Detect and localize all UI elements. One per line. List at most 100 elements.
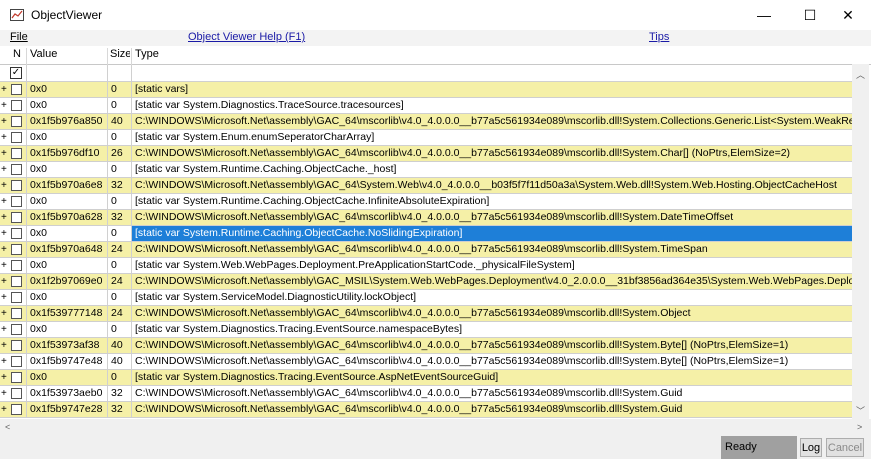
- cell-type: [static var System.Diagnostics.Tracing.E…: [131, 370, 852, 385]
- row-checkbox[interactable]: [11, 292, 22, 303]
- cell-value: 0x0: [26, 290, 104, 305]
- cell-type: [static var System.Runtime.Caching.Objec…: [131, 226, 852, 241]
- expand-icon[interactable]: +: [1, 370, 11, 385]
- expand-icon[interactable]: +: [1, 322, 11, 337]
- table-row[interactable]: +0x1f5b970a6e8 32 C:\WINDOWS\Microsoft.Net…: [0, 178, 852, 194]
- table-row[interactable]: +0x0 0 [static var System.Diagnostics.Trac…: [0, 322, 852, 338]
- cell-size: 32: [107, 210, 131, 225]
- expand-icon[interactable]: +: [1, 114, 11, 129]
- table-row[interactable]: +0x1f5b976df10 26 C:\WINDOWS\Microsoft.Net…: [0, 146, 852, 162]
- table-row[interactable]: +0x1f2b97069e0 24 C:\WINDOWS\Microsoft.Net…: [0, 274, 852, 290]
- expand-icon[interactable]: +: [1, 386, 11, 401]
- row-checkbox[interactable]: [11, 84, 22, 95]
- row-checkbox[interactable]: [11, 100, 22, 111]
- expand-icon[interactable]: +: [1, 130, 11, 145]
- expand-icon[interactable]: +: [1, 306, 11, 321]
- table-row[interactable]: +0x1f5b9747e28 32 C:\WINDOWS\Microsoft.Net…: [0, 402, 852, 418]
- expand-icon[interactable]: +: [1, 242, 11, 257]
- title-bar: ObjectViewer — ☐ ✕: [0, 0, 871, 30]
- row-checkbox[interactable]: [11, 260, 22, 271]
- help-link[interactable]: Object Viewer Help (F1): [188, 31, 305, 43]
- row-checkbox[interactable]: [11, 180, 22, 191]
- row-checkbox[interactable]: [11, 212, 22, 223]
- table-row[interactable]: +0x1f5b9747e48 40 C:\WINDOWS\Microsoft.Net…: [0, 354, 852, 370]
- expand-icon[interactable]: +: [1, 354, 11, 369]
- row-checkbox[interactable]: [11, 308, 22, 319]
- expand-icon[interactable]: +: [1, 82, 11, 97]
- table-row[interactable]: +0x1f539777148 24 C:\WINDOWS\Microsoft.Net…: [0, 306, 852, 322]
- scroll-down-icon[interactable]: ﹀: [856, 404, 865, 417]
- vertical-scrollbar[interactable]: ︿ ﹀: [852, 64, 869, 419]
- expand-icon[interactable]: +: [1, 226, 11, 241]
- column-header-size[interactable]: Size: [110, 48, 130, 60]
- cell-type: [static vars]: [131, 82, 852, 97]
- row-checkbox[interactable]: [11, 116, 22, 127]
- column-header-value[interactable]: Value: [30, 48, 57, 60]
- expand-icon[interactable]: +: [1, 258, 11, 273]
- row-checkbox[interactable]: [11, 372, 22, 383]
- row-checkbox[interactable]: [11, 228, 22, 239]
- column-header-n[interactable]: N: [13, 48, 21, 60]
- cell-size: 0: [107, 162, 131, 177]
- table-row[interactable]: +0x1f5b970a648 24 C:\WINDOWS\Microsoft.Net…: [0, 242, 852, 258]
- table-row[interactable]: +0x0 0 [static var System.Runtime.Caching.…: [0, 194, 852, 210]
- expand-icon[interactable]: +: [1, 210, 11, 225]
- table-row[interactable]: +0x1f5b970a628 32 C:\WINDOWS\Microsoft.Net…: [0, 210, 852, 226]
- log-button[interactable]: Log: [800, 438, 822, 457]
- table-row[interactable]: +0x1f53973af38 40 C:\WINDOWS\Microsoft.Net…: [0, 338, 852, 354]
- table-row[interactable]: +0x0 0 [static var System.Runtime.Caching.…: [0, 226, 852, 242]
- row-checkbox[interactable]: [11, 244, 22, 255]
- select-all-checkbox[interactable]: ✓: [10, 67, 22, 79]
- scroll-left-icon[interactable]: <: [5, 422, 10, 432]
- expand-icon[interactable]: +: [1, 290, 11, 305]
- expand-icon[interactable]: +: [1, 402, 11, 417]
- cell-type: C:\WINDOWS\Microsoft.Net\assembly\GAC_64…: [131, 146, 852, 161]
- row-checkbox[interactable]: [11, 132, 22, 143]
- cell-value: 0x0: [26, 130, 104, 145]
- row-checkbox[interactable]: [11, 404, 22, 415]
- expand-icon[interactable]: +: [1, 194, 11, 209]
- table-row[interactable]: +0x0 0 [static var System.ServiceModel.Dia…: [0, 290, 852, 306]
- expand-icon[interactable]: +: [1, 146, 11, 161]
- row-checkbox[interactable]: [11, 356, 22, 367]
- table-row[interactable]: +0x0 0 [static var System.Diagnostics.Trac…: [0, 98, 852, 114]
- scroll-up-icon[interactable]: ︿: [856, 68, 865, 81]
- row-checkbox[interactable]: [11, 196, 22, 207]
- scroll-right-icon[interactable]: >: [857, 422, 862, 432]
- table-row[interactable]: +0x1f53973aeb0 32 C:\WINDOWS\Microsoft.Net…: [0, 386, 852, 402]
- cell-type: C:\WINDOWS\Microsoft.Net\assembly\GAC_MS…: [131, 274, 852, 289]
- row-checkbox[interactable]: [11, 388, 22, 399]
- row-checkbox[interactable]: [11, 164, 22, 175]
- cell-type: C:\WINDOWS\Microsoft.Net\assembly\GAC_64…: [131, 210, 852, 225]
- table-row[interactable]: +0x0 0 [static var System.Web.WebPages.Dep…: [0, 258, 852, 274]
- row-checkbox[interactable]: [11, 148, 22, 159]
- cell-size: 0: [107, 226, 131, 241]
- row-checkbox[interactable]: [11, 276, 22, 287]
- table-row[interactable]: +0x1f5b976a850 40 C:\WINDOWS\Microsoft.Net…: [0, 114, 852, 130]
- row-checkbox[interactable]: [11, 340, 22, 351]
- cell-type: C:\WINDOWS\Microsoft.Net\assembly\GAC_64…: [131, 114, 852, 129]
- table-row[interactable]: +0x0 0 [static var System.Runtime.Caching.…: [0, 162, 852, 178]
- cell-size: 40: [107, 338, 131, 353]
- menu-file[interactable]: File: [10, 31, 28, 43]
- expand-icon[interactable]: +: [1, 98, 11, 113]
- close-button[interactable]: ✕: [825, 0, 871, 30]
- table-row[interactable]: +0x0 0 [static var System.Diagnostics.Trac…: [0, 370, 852, 386]
- cell-size: 24: [107, 306, 131, 321]
- cell-size: 40: [107, 114, 131, 129]
- minimize-button[interactable]: —: [741, 0, 787, 30]
- row-checkbox[interactable]: [11, 324, 22, 335]
- horizontal-scrollbar[interactable]: < >: [0, 419, 871, 436]
- cancel-button[interactable]: Cancel: [826, 438, 864, 457]
- cell-size: 32: [107, 178, 131, 193]
- column-header-type[interactable]: Type: [135, 48, 159, 60]
- expand-icon[interactable]: +: [1, 162, 11, 177]
- expand-icon[interactable]: +: [1, 274, 11, 289]
- expand-icon[interactable]: +: [1, 178, 11, 193]
- expand-icon[interactable]: +: [1, 338, 11, 353]
- tips-link[interactable]: Tips: [649, 31, 669, 43]
- table-row[interactable]: +0x0 0 [static vars]: [0, 82, 852, 98]
- cell-type: C:\WINDOWS\Microsoft.Net\assembly\GAC_64…: [131, 306, 852, 321]
- table-row[interactable]: +0x0 0 [static var System.Enum.enumSeperat…: [0, 130, 852, 146]
- cell-type: C:\WINDOWS\Microsoft.Net\assembly\GAC_64…: [131, 178, 852, 193]
